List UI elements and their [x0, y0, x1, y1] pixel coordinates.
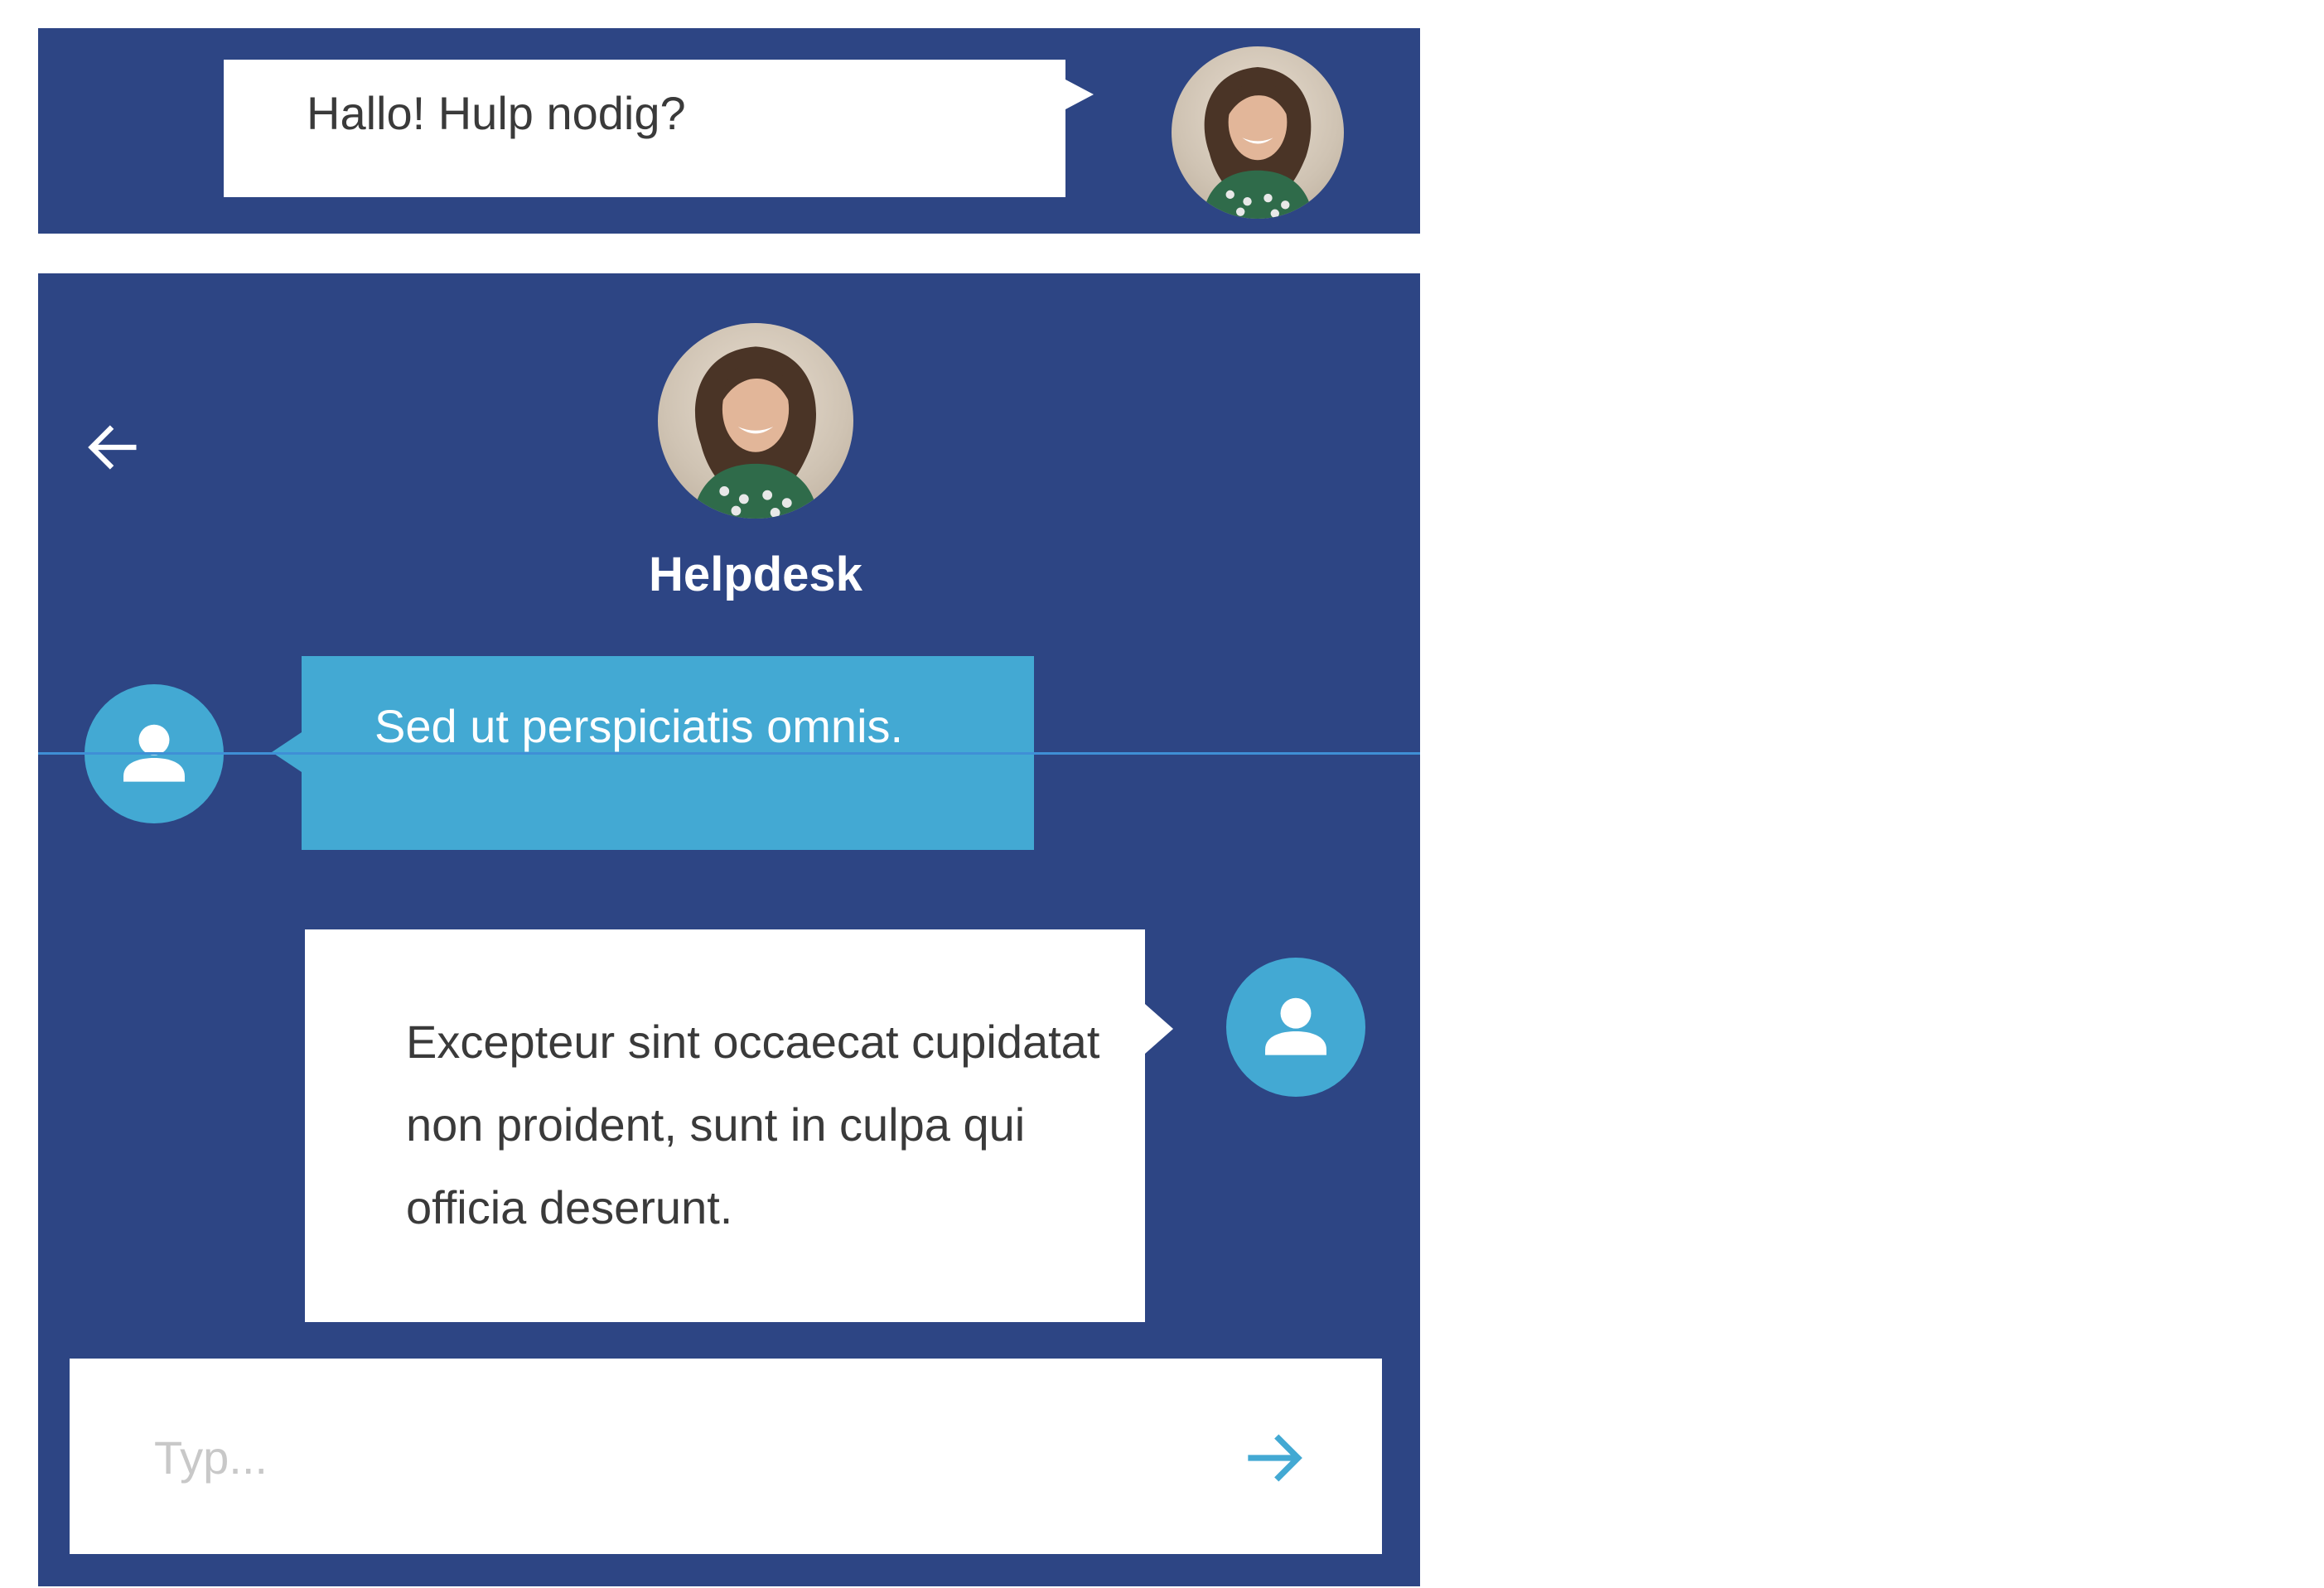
arrow-right-icon: [1248, 1434, 1302, 1482]
send-button[interactable]: [1243, 1425, 1309, 1491]
message-input[interactable]: [152, 1400, 1150, 1514]
chat-teaser[interactable]: Hallo! Hulp nodig?: [38, 28, 1420, 234]
user-icon: [1265, 997, 1326, 1055]
user-message-avatar: [1226, 958, 1365, 1097]
agent-photo-icon: [1202, 66, 1313, 219]
agent-avatar-large: [658, 323, 853, 519]
user-message-bubble: Excepteur sint occaecat cupidatat non pr…: [305, 929, 1173, 1322]
divider-line: [38, 752, 1420, 755]
arrow-left-icon: [88, 425, 137, 470]
greeting-text: Hallo! Hulp nodig?: [307, 87, 686, 139]
back-button[interactable]: [81, 416, 144, 479]
greeting-bubble[interactable]: Hallo! Hulp nodig?: [224, 60, 1094, 197]
user-message-text: Excepteur sint occaecat cupidatat non pr…: [406, 1016, 1100, 1233]
message-composer: [70, 1359, 1382, 1554]
agent-avatar[interactable]: [1172, 46, 1344, 219]
agent-message-text: Sed ut perspiciatis omnis.: [374, 700, 904, 752]
chat-window: Helpdesk Sed ut perspiciatis omnis. Exce…: [38, 273, 1420, 1586]
agent-name: Helpdesk: [649, 548, 862, 601]
agent-photo-icon: [693, 346, 819, 519]
